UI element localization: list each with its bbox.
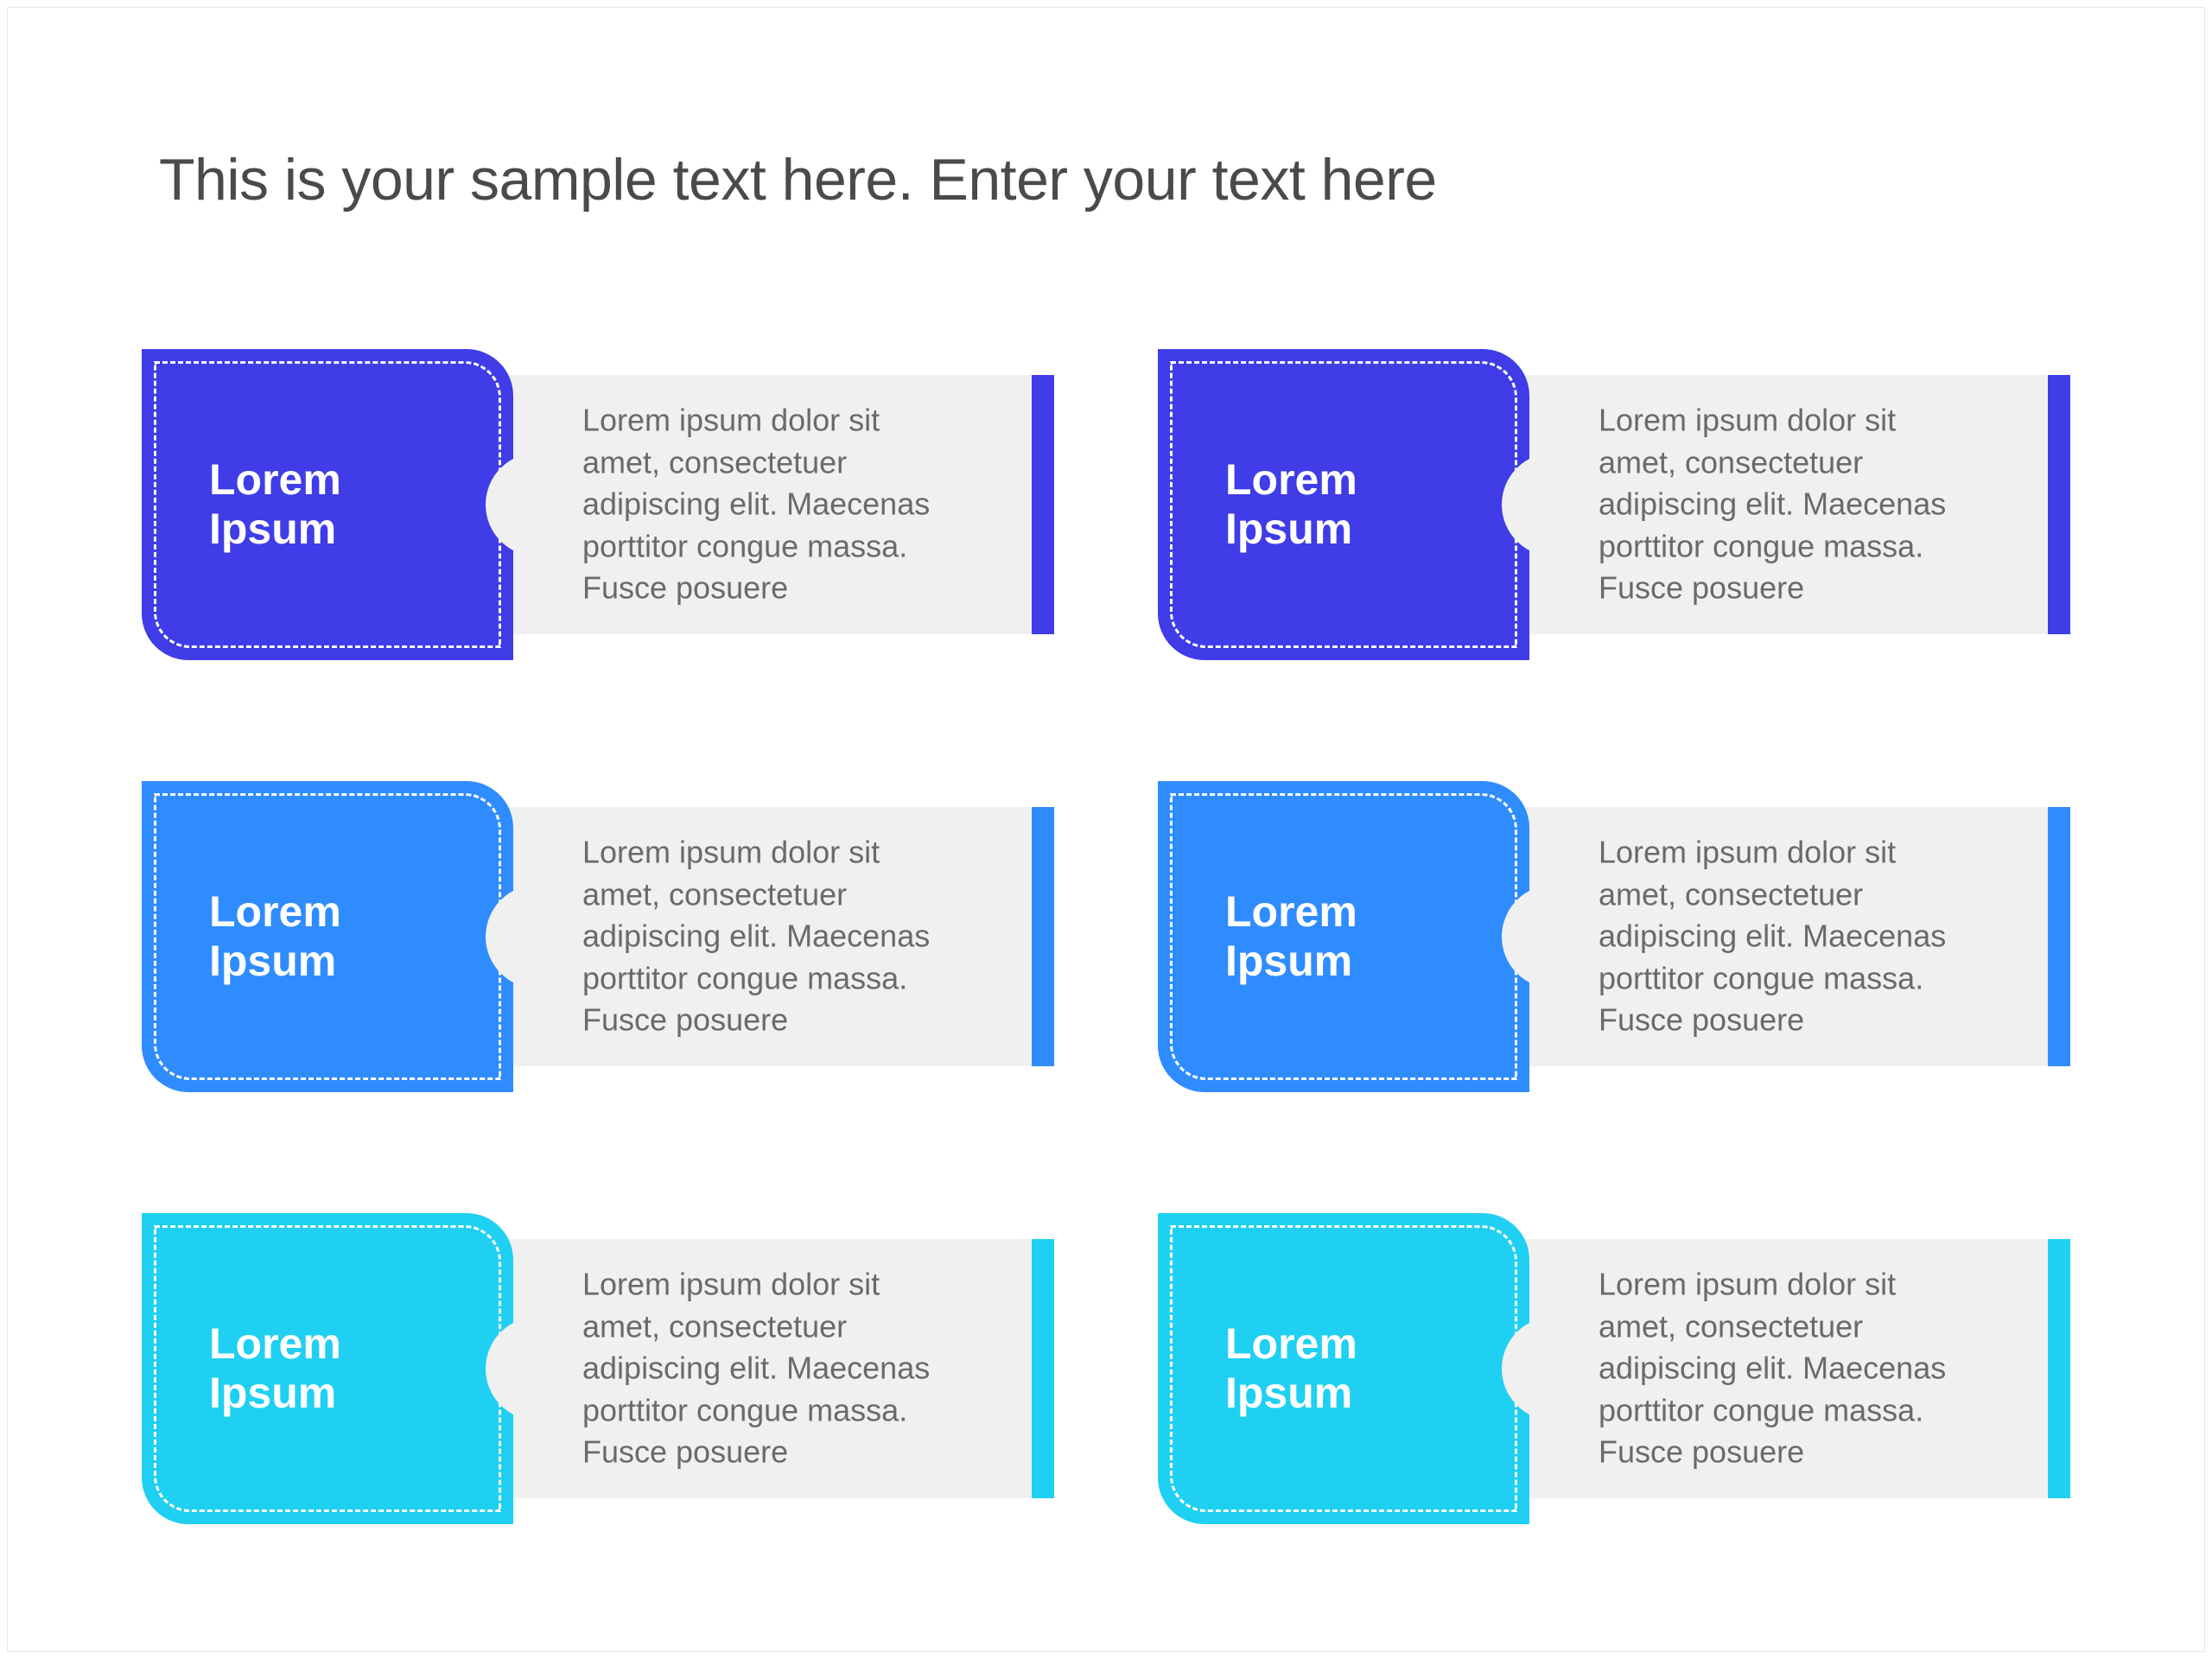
card-description: Lorem ipsum dolor sit amet, consectetuer… [582,1264,950,1474]
card-description: Lorem ipsum dolor sit amet, consectetuer… [1599,400,1967,610]
card-end-bar [1032,375,1054,634]
card-title: Lorem Ipsum [209,455,341,555]
slide-canvas: This is your sample text here. Enter you… [7,7,2205,1652]
card-tab: Lorem Ipsum [1158,1213,1529,1524]
card-title: Lorem Ipsum [1225,887,1357,987]
card-tab: Lorem Ipsum [142,781,513,1092]
card-description: Lorem ipsum dolor sit amet, consectetuer… [582,832,950,1042]
info-card: Lorem Ipsum Lorem ipsum dolor sit amet, … [1158,349,2070,660]
card-title: Lorem Ipsum [209,887,341,987]
slide-heading: This is your sample text here. Enter you… [159,146,2053,213]
card-title: Lorem Ipsum [1225,455,1357,555]
card-description: Lorem ipsum dolor sit amet, consectetuer… [582,400,950,610]
info-card: Lorem Ipsum Lorem ipsum dolor sit amet, … [1158,1213,2070,1524]
card-tab: Lorem Ipsum [142,1213,513,1524]
card-end-bar [2048,807,2070,1066]
card-description: Lorem ipsum dolor sit amet, consectetuer… [1599,1264,1967,1474]
card-grid: Lorem Ipsum Lorem ipsum dolor sit amet, … [142,349,2070,1524]
card-tab: Lorem Ipsum [1158,349,1529,660]
card-end-bar [1032,1239,1054,1498]
card-tab: Lorem Ipsum [142,349,513,660]
card-description: Lorem ipsum dolor sit amet, consectetuer… [1599,832,1967,1042]
info-card: Lorem Ipsum Lorem ipsum dolor sit amet, … [142,1213,1054,1524]
info-card: Lorem Ipsum Lorem ipsum dolor sit amet, … [1158,781,2070,1092]
card-tab: Lorem Ipsum [1158,781,1529,1092]
info-card: Lorem Ipsum Lorem ipsum dolor sit amet, … [142,781,1054,1092]
card-end-bar [1032,807,1054,1066]
card-end-bar [2048,375,2070,634]
info-card: Lorem Ipsum Lorem ipsum dolor sit amet, … [142,349,1054,660]
card-title: Lorem Ipsum [209,1319,341,1419]
card-end-bar [2048,1239,2070,1498]
card-title: Lorem Ipsum [1225,1319,1357,1419]
